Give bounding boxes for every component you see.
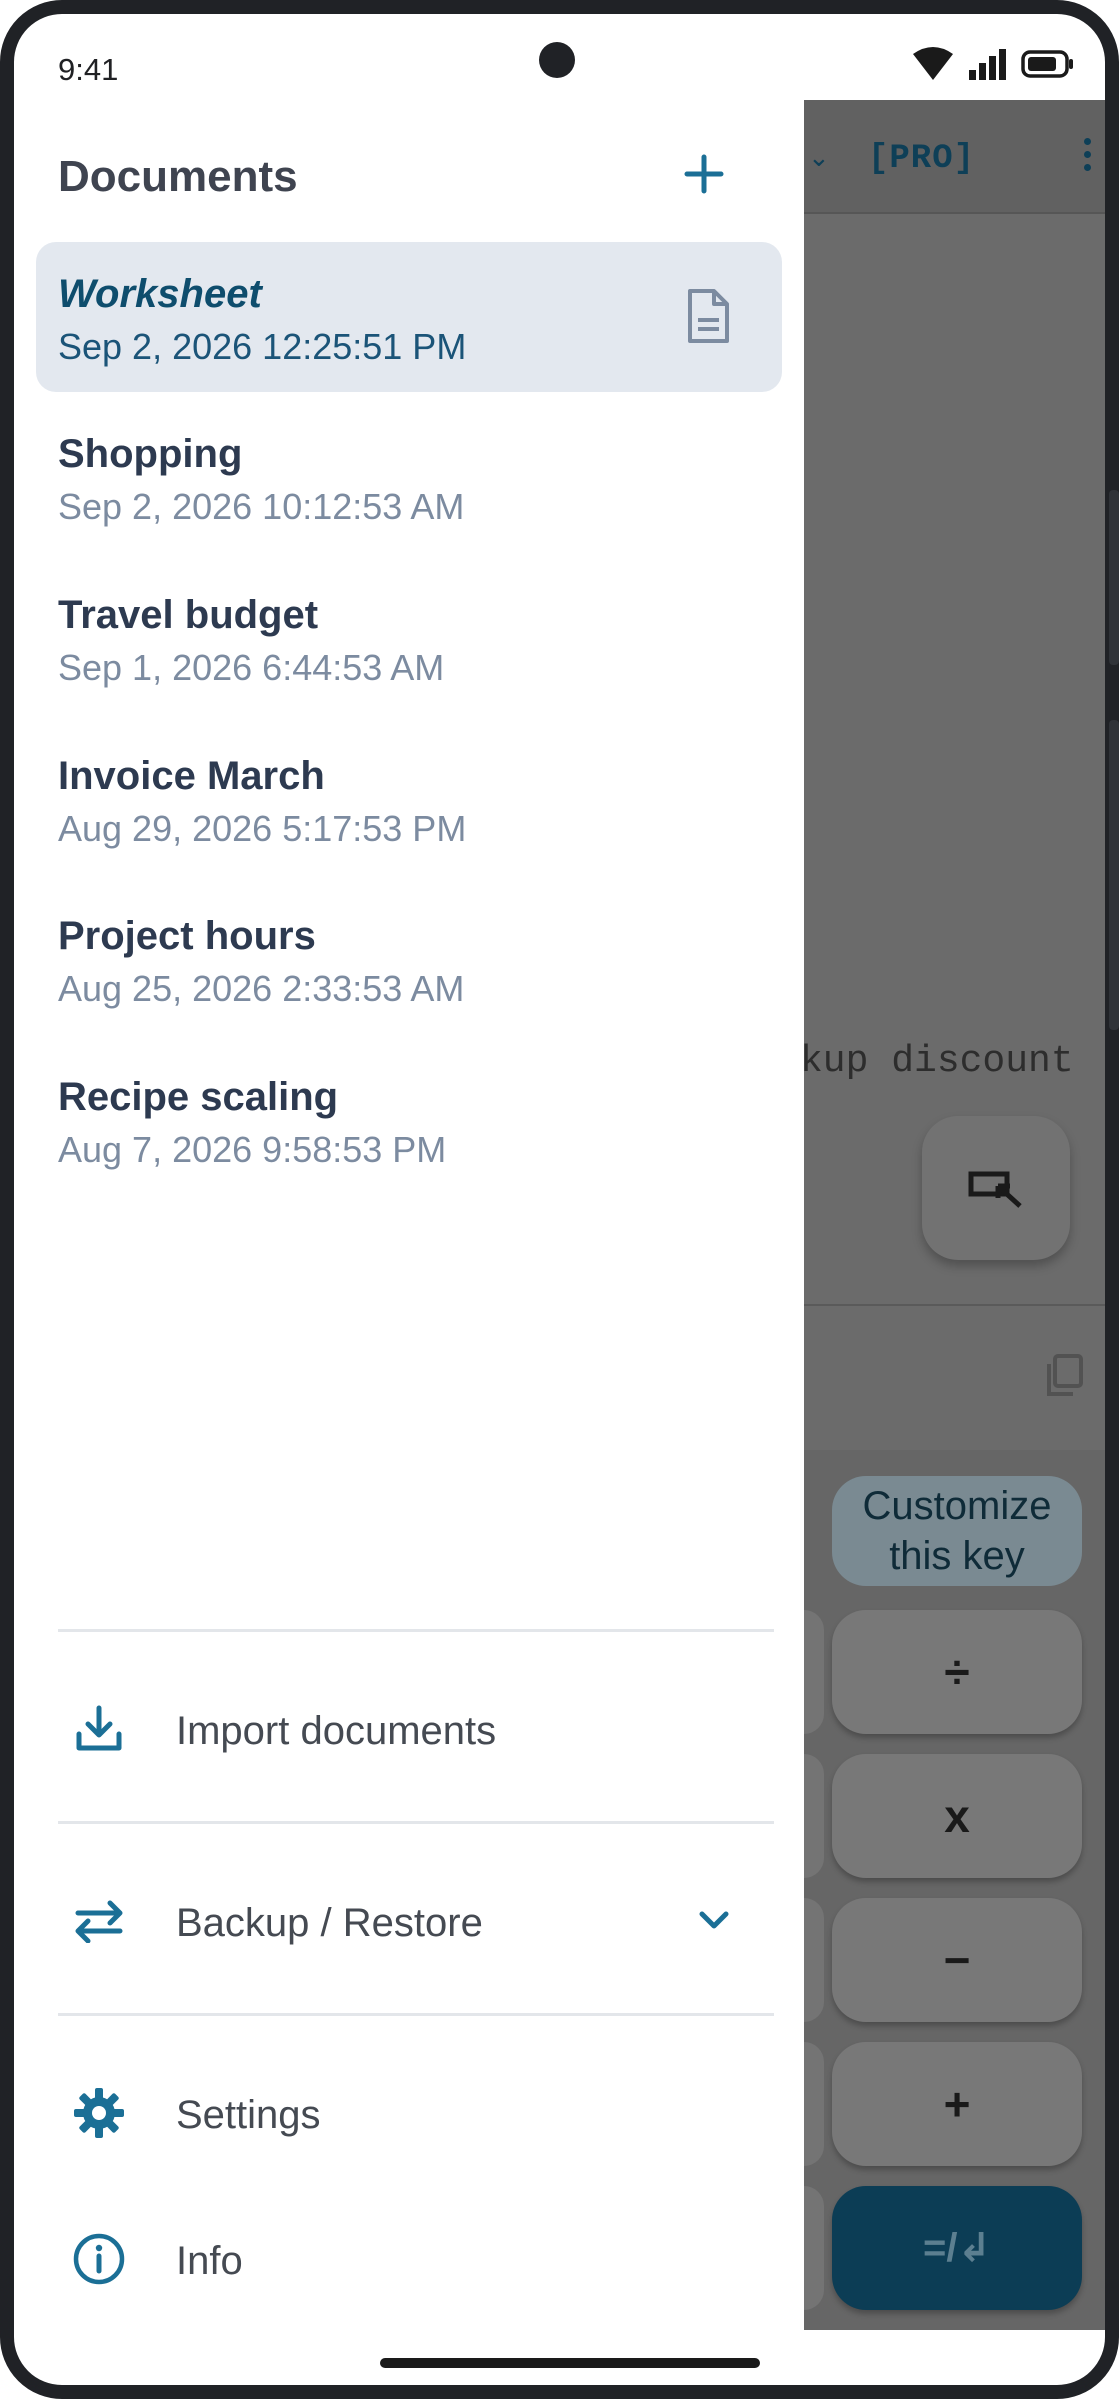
document-icon (688, 289, 729, 343)
editor-text: kup discount (800, 1040, 1074, 1083)
volume-button (1109, 490, 1119, 665)
divider (58, 1821, 774, 1824)
document-date: Aug 25, 2026 2:33:53 AM (58, 968, 465, 1009)
status-time: 9:41 (58, 52, 119, 87)
menu-label: Backup / Restore (176, 1901, 483, 1945)
signal-icon (969, 49, 1006, 80)
keypad: Customize this key ÷ x − + =/↲ (804, 1450, 1105, 2330)
front-camera (539, 42, 575, 78)
home-indicator[interactable] (380, 2358, 760, 2368)
key-stub (804, 1754, 824, 1878)
divider (58, 1629, 774, 1632)
settings-item[interactable]: Settings (36, 2058, 782, 2168)
more-options-icon (1084, 138, 1091, 171)
document-name: Travel budget (58, 593, 319, 637)
device-frame: ⌄ [PRO] kup discount Customize this key … (0, 0, 1119, 2399)
document-name: Invoice March (58, 754, 325, 798)
document-name: Recipe scaling (58, 1075, 339, 1119)
import-documents-item[interactable]: Import documents (36, 1674, 782, 1784)
document-item-project-hours[interactable]: Project hours Aug 25, 2026 2:33:53 AM (36, 884, 782, 1034)
info-item[interactable]: Info (36, 2204, 782, 2314)
chevron-down-icon: ⌄ (808, 142, 830, 172)
info-icon (72, 2232, 126, 2286)
app-toolbar: ⌄ [PRO] (804, 100, 1105, 214)
pro-badge: [PRO] (868, 140, 976, 178)
plus-key: + (832, 2042, 1082, 2166)
power-button (1109, 720, 1119, 1030)
key-stub (804, 1610, 824, 1734)
menu-label: Import documents (176, 1709, 497, 1753)
document-name: Shopping (58, 432, 243, 476)
menu-label: Info (176, 2239, 243, 2283)
status-bar: 9:41 (14, 14, 1105, 114)
status-icons (911, 46, 1075, 82)
document-date: Aug 29, 2026 5:17:53 PM (58, 808, 467, 849)
document-date: Sep 1, 2026 6:44:53 AM (58, 647, 445, 688)
document-item-worksheet[interactable]: Worksheet Sep 2, 2026 12:25:51 PM (36, 242, 782, 392)
document-date: Aug 7, 2026 9:58:53 PM (58, 1129, 447, 1170)
download-icon (72, 1702, 126, 1756)
navigation-drawer: Documents Worksheet Sep 2, 2026 12:25:51… (14, 100, 804, 2330)
document-item-invoice-march[interactable]: Invoice March Aug 29, 2026 5:17:53 PM (36, 724, 782, 874)
document-item-shopping[interactable]: Shopping Sep 2, 2026 10:12:53 AM (36, 402, 782, 552)
copy-icon (1047, 1354, 1083, 1396)
drawer-title: Documents (58, 152, 298, 201)
insert-icon (968, 1171, 1022, 1208)
wifi-icon (913, 47, 953, 80)
battery-icon (1021, 50, 1073, 78)
document-item-recipe-scaling[interactable]: Recipe scaling Aug 7, 2026 9:58:53 PM (36, 1045, 782, 1195)
result-row (804, 1306, 1105, 1450)
divider (58, 2013, 774, 2016)
gear-icon (72, 2086, 126, 2140)
document-item-travel-budget[interactable]: Travel budget Sep 1, 2026 6:44:53 AM (36, 563, 782, 713)
document-date: Sep 2, 2026 12:25:51 PM (58, 326, 467, 367)
minus-key: − (832, 1898, 1082, 2022)
key-stub (804, 2042, 824, 2166)
swap-arrows-icon (72, 1894, 126, 1948)
customize-key: Customize this key (832, 1476, 1082, 1586)
insert-button (922, 1116, 1070, 1260)
equals-enter-key: =/↲ (832, 2186, 1082, 2310)
multiply-key: x (832, 1754, 1082, 1878)
menu-label: Settings (176, 2093, 321, 2137)
background-app: ⌄ [PRO] kup discount Customize this key … (800, 100, 1105, 2330)
key-stub (804, 2186, 824, 2310)
chevron-down-icon (699, 1911, 729, 1929)
divide-key: ÷ (832, 1610, 1082, 1734)
document-date: Sep 2, 2026 10:12:53 AM (58, 486, 465, 527)
backup-restore-item[interactable]: Backup / Restore (36, 1866, 782, 1976)
add-document-button[interactable] (674, 144, 734, 204)
key-stub (804, 1898, 824, 2022)
document-name: Worksheet (58, 272, 262, 316)
document-name: Project hours (58, 914, 316, 958)
plus-icon (684, 154, 724, 194)
